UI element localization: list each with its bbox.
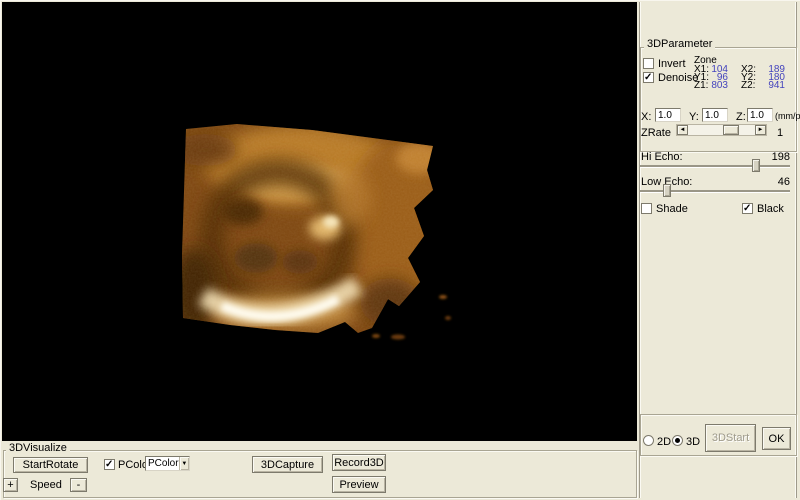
app-window: 3DParameter ✓ Invert ✓ Denoise Zone X1: … — [0, 0, 800, 500]
zone-z1-value: 803 — [711, 80, 728, 91]
start-rotate-button[interactable]: StartRotate — [13, 457, 88, 473]
preview-button[interactable]: Preview — [332, 476, 386, 493]
zrate-label: ZRate — [641, 127, 671, 139]
scroll-right-glyph: ► — [757, 127, 764, 133]
hi-echo-track[interactable] — [640, 165, 790, 168]
invert-label[interactable]: Invert — [658, 59, 686, 70]
capture3d-button[interactable]: 3DCapture — [252, 456, 323, 473]
zone-z1-label: Z1: — [694, 80, 709, 91]
pcolor-dropdown[interactable]: PColor ▼ — [145, 456, 190, 471]
hi-echo-thumb[interactable] — [752, 159, 761, 172]
mode-3d-label[interactable]: 3D — [686, 437, 700, 448]
mode-3d-radio[interactable] — [672, 435, 683, 446]
black-label[interactable]: Black — [757, 204, 784, 215]
scroll-left-icon[interactable]: ◄ — [677, 125, 688, 135]
zone-z2-value: 941 — [768, 80, 785, 91]
shade-checkbox[interactable]: ✓ — [641, 203, 652, 214]
low-echo-slider[interactable] — [640, 184, 790, 198]
pcolor-dropdown-value: PColor — [148, 458, 179, 469]
dropdown-arrow-icon[interactable]: ▼ — [178, 457, 189, 470]
speed-plus-button[interactable]: + — [3, 478, 18, 492]
scale-x-label: X: — [641, 111, 652, 123]
scale-z-input[interactable] — [747, 108, 773, 122]
scale-z-label: Z: — [736, 111, 746, 123]
ultrasound-render — [2, 2, 637, 441]
render-viewport[interactable] — [2, 2, 637, 441]
mode-2d-label[interactable]: 2D — [657, 437, 671, 448]
mode-2d-radio[interactable] — [643, 435, 654, 446]
record3d-button[interactable]: Record3D — [332, 454, 386, 471]
ok-button[interactable]: OK — [762, 427, 791, 450]
scale-unit-label: (mm/p) — [775, 111, 800, 121]
low-echo-thumb[interactable] — [663, 184, 671, 197]
pcolor-checkbox[interactable]: ✓ — [104, 459, 115, 470]
black-checkbox[interactable]: ✓ — [742, 203, 753, 214]
denoise-checkbox[interactable]: ✓ — [643, 72, 654, 83]
dropdown-arrow-glyph: ▼ — [181, 460, 188, 467]
speed-minus-button[interactable]: - — [70, 478, 87, 492]
hi-echo-slider[interactable] — [640, 159, 790, 173]
scroll-left-glyph: ◄ — [679, 127, 686, 133]
zrate-scrollbar[interactable]: ◄ ► — [676, 124, 767, 136]
scroll-right-icon[interactable]: ► — [755, 125, 766, 135]
zrate-thumb[interactable] — [723, 125, 739, 135]
checkmark-icon: ✓ — [105, 459, 114, 470]
denoise-label[interactable]: Denoise — [658, 73, 698, 84]
checkmark-icon: ✓ — [644, 72, 653, 83]
parameter-group-title: 3DParameter — [644, 39, 716, 50]
scale-y-label: Y: — [689, 111, 699, 123]
zone-z2-label: Z2: — [741, 80, 756, 91]
visualize-group-title: 3DVisualize — [6, 443, 70, 454]
zrate-value: 1 — [777, 127, 784, 139]
start3d-button[interactable]: 3DStart — [705, 424, 756, 452]
checkmark-icon: ✓ — [743, 203, 752, 214]
scale-x-input[interactable] — [655, 108, 681, 122]
speed-label: Speed — [30, 479, 62, 491]
shade-label[interactable]: Shade — [656, 204, 688, 215]
invert-checkbox[interactable]: ✓ — [643, 58, 654, 69]
scale-y-input[interactable] — [702, 108, 728, 122]
radio-dot — [675, 438, 680, 443]
